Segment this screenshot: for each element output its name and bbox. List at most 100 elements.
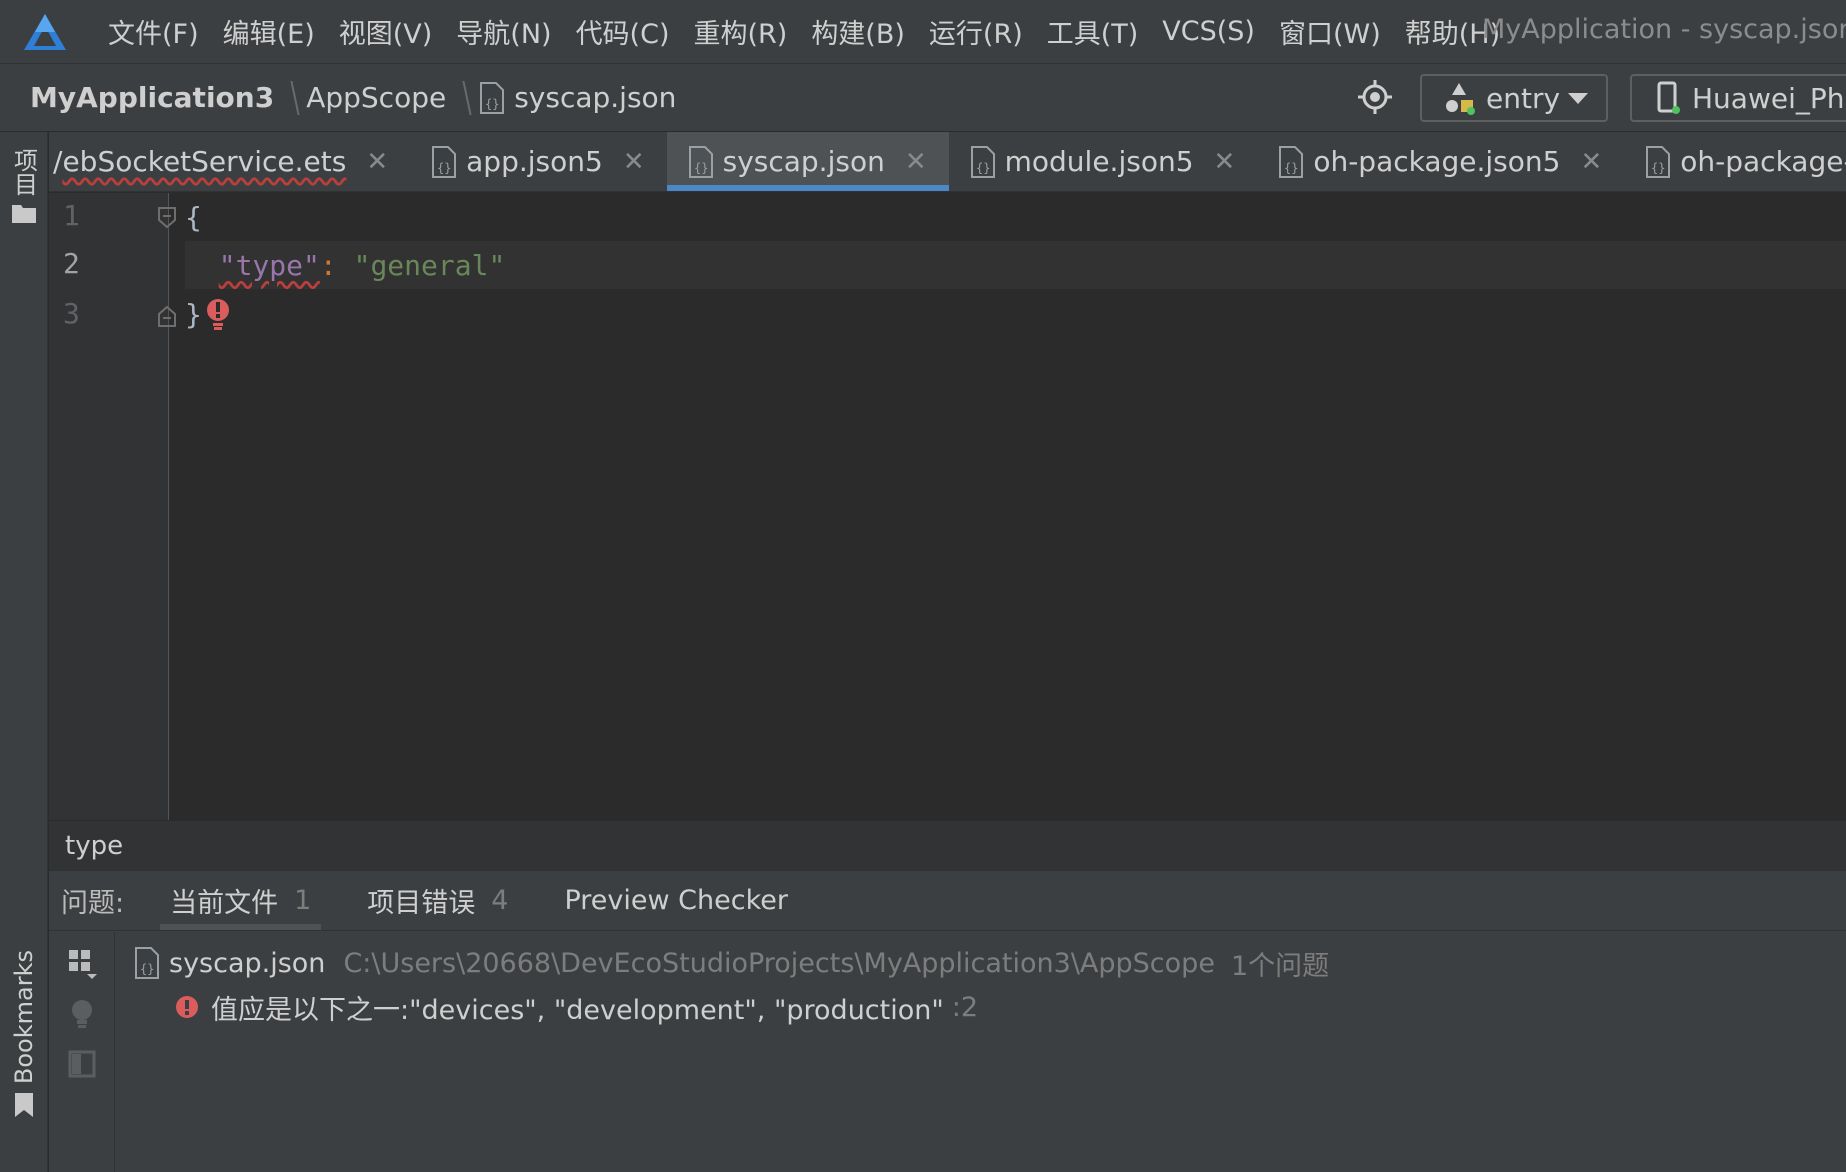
menu-window[interactable]: 窗口(W) xyxy=(1267,12,1393,51)
line-number: 1 xyxy=(63,199,80,232)
json-open-brace: { xyxy=(185,200,202,234)
window-title: MyApplication - syscap.json xyxy=(1482,14,1846,45)
fold-end-icon[interactable] xyxy=(157,305,177,327)
problems-toolbar xyxy=(49,932,115,1172)
menu-build[interactable]: 构建(B) xyxy=(799,12,917,51)
module-icon xyxy=(1446,83,1475,115)
code-line-2: "type" : "general" xyxy=(185,241,1846,289)
problems-tab-bar: 问题: 当前文件 1 项目错误 4 Preview Checker xyxy=(49,871,1846,931)
problem-message-text: 值应是以下之一:"devices", "development", "produ… xyxy=(211,994,944,1026)
breadcrumb-separator xyxy=(278,80,300,115)
menu-vcs[interactable]: VCS(S) xyxy=(1150,16,1267,47)
problem-file-name: syscap.json xyxy=(169,947,326,979)
phone-icon xyxy=(1657,81,1680,114)
json-string-value: "general" xyxy=(353,248,506,282)
code-line-3: } xyxy=(185,290,1846,338)
menu-file[interactable]: 文件(F) xyxy=(96,12,211,51)
menu-refactor[interactable]: 重构(R) xyxy=(681,12,799,51)
json-file-icon: {} xyxy=(432,145,457,178)
breadcrumb-folder[interactable]: AppScope xyxy=(306,81,446,114)
line-number: 3 xyxy=(63,297,80,330)
device-select[interactable]: Huawei_Phone xyxy=(1630,74,1846,122)
line-number: 2 xyxy=(63,247,80,280)
menu-bar: 文件(F) 编辑(E) 视图(V) 导航(N) 代码(C) 重构(R) 构建(B… xyxy=(0,0,1846,64)
bookmarks-tool-button[interactable]: Bookmarks xyxy=(8,950,40,1120)
tab-oh-package-json5[interactable]: {} oh-package.json5 ✕ xyxy=(1257,132,1624,191)
menu-edit[interactable]: 编辑(E) xyxy=(211,12,327,51)
fold-collapse-icon[interactable] xyxy=(157,207,177,229)
project-tool-button[interactable]: 项目 xyxy=(8,148,40,238)
tab-websocketservice[interactable]: / ebSocketService.ets ✕ xyxy=(49,132,410,191)
json-file-icon: {} xyxy=(135,947,159,979)
ide-window: 文件(F) 编辑(E) 视图(V) 导航(N) 代码(C) 重构(R) 构建(B… xyxy=(0,0,1846,1172)
tab-preview-checker-label: Preview Checker xyxy=(564,885,788,916)
tab-syscap-json[interactable]: {} syscap.json ✕ xyxy=(666,132,949,191)
problem-file-row[interactable]: {} syscap.json C:\Users\20668\DevEcoStud… xyxy=(133,941,1329,985)
problems-panel: 问题: 当前文件 1 项目错误 4 Preview Checker {} sys… xyxy=(49,870,1846,1172)
lightbulb-icon[interactable] xyxy=(67,998,97,1030)
group-by-icon[interactable] xyxy=(67,948,97,980)
problems-title: 问题: xyxy=(61,888,125,919)
tab-project-errors-count: 4 xyxy=(491,885,509,916)
menu-navigate[interactable]: 导航(N) xyxy=(444,12,563,51)
menu-tools[interactable]: 工具(T) xyxy=(1035,12,1151,51)
tab-syscap-json-label: syscap.json xyxy=(722,145,885,178)
close-icon[interactable]: ✕ xyxy=(1214,147,1236,177)
tab-websocketservice-prefix: / xyxy=(53,145,63,178)
tab-preview-checker[interactable]: Preview Checker xyxy=(536,871,816,930)
deveco-logo-icon xyxy=(24,13,66,50)
json-file-icon: {} xyxy=(480,81,505,114)
json-file-icon: {} xyxy=(688,145,713,178)
code-line-1: { xyxy=(185,193,1846,241)
svg-text:{}: {} xyxy=(437,161,451,175)
svg-text:{}: {} xyxy=(1284,161,1298,175)
problem-message-row[interactable]: 值应是以下之一:"devices", "development", "produ… xyxy=(175,985,978,1029)
bookmarks-tool-label: Bookmarks xyxy=(10,950,38,1085)
left-tool-strip: 项目 Bookmarks xyxy=(0,132,48,1172)
device-label: Huawei_Phone xyxy=(1692,81,1846,115)
tab-current-file-count: 1 xyxy=(294,885,312,916)
breadcrumb-separator xyxy=(450,80,472,115)
close-icon[interactable]: ✕ xyxy=(366,147,388,177)
tab-project-errors-label: 项目错误 xyxy=(367,888,476,919)
svg-text:{}: {} xyxy=(140,962,154,976)
tab-app-json5-label: app.json5 xyxy=(466,145,603,178)
menu-run[interactable]: 运行(R) xyxy=(917,12,1035,51)
json-colon: : xyxy=(319,248,354,282)
tab-module-json5[interactable]: {} module.json5 ✕ xyxy=(949,132,1258,191)
breadcrumb-project[interactable]: MyApplication3 xyxy=(30,81,274,114)
breadcrumb-file[interactable]: {} syscap.json xyxy=(478,81,676,114)
tab-oh-package-lock-json5[interactable]: {} oh-package-lock.json5 xyxy=(1624,132,1846,191)
close-icon[interactable]: ✕ xyxy=(1580,147,1602,177)
error-bulb-icon[interactable] xyxy=(204,297,234,331)
tab-app-json5[interactable]: {} app.json5 ✕ xyxy=(410,132,666,191)
navigation-bar: MyApplication3 AppScope {} syscap.json e… xyxy=(0,64,1846,132)
tab-websocketservice-label: ebSocketService.ets xyxy=(62,145,347,178)
tab-oh-package-lock-json5-label: oh-package-lock.json5 xyxy=(1680,145,1846,178)
run-configuration-select[interactable]: entry xyxy=(1420,74,1608,122)
problem-message-line: :2 xyxy=(951,991,979,1023)
folder-icon xyxy=(12,205,36,223)
locate-icon[interactable] xyxy=(1356,78,1394,116)
svg-text:{}: {} xyxy=(694,161,708,175)
json-key: "type" xyxy=(218,248,320,282)
structure-breadcrumb: type xyxy=(49,820,1846,870)
menu-view[interactable]: 视图(V) xyxy=(327,12,445,51)
menu-code[interactable]: 代码(C) xyxy=(564,12,682,51)
structure-breadcrumb-label[interactable]: type xyxy=(65,831,123,861)
preview-panel-icon[interactable] xyxy=(67,1048,97,1080)
chevron-down-icon xyxy=(1568,92,1588,104)
bookmark-icon xyxy=(15,1093,33,1118)
svg-text:{}: {} xyxy=(976,161,990,175)
line-gutter: 1 2 3 xyxy=(49,193,176,820)
close-icon[interactable]: ✕ xyxy=(905,147,927,177)
close-icon[interactable]: ✕ xyxy=(623,147,645,177)
tab-module-json5-label: module.json5 xyxy=(1004,145,1194,178)
tab-project-errors[interactable]: 项目错误 4 xyxy=(339,871,536,930)
code-editor[interactable]: 1 2 3 { "type" : "general" } xyxy=(49,193,1846,820)
json-file-icon: {} xyxy=(1279,145,1304,178)
tab-current-file[interactable]: 当前文件 1 xyxy=(142,871,339,930)
editor-tab-bar: / ebSocketService.ets ✕ {} app.json5 ✕ {… xyxy=(49,132,1846,192)
breadcrumb-file-label: syscap.json xyxy=(514,81,677,114)
